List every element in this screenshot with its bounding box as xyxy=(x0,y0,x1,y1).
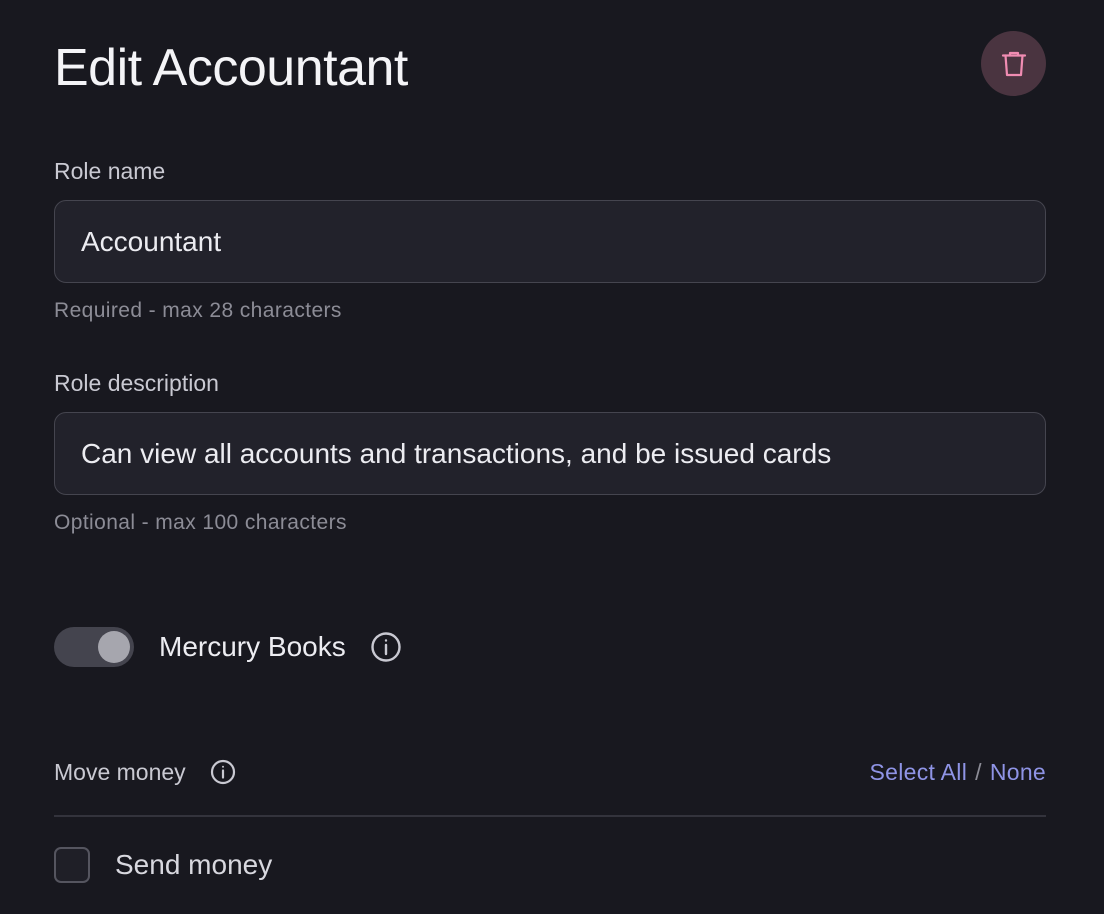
role-name-hint: Required - max 28 characters xyxy=(54,299,342,322)
page-title: Edit Accountant xyxy=(54,39,408,97)
move-money-header: Move money Select All / None xyxy=(54,756,1046,788)
role-name-label: Role name xyxy=(54,158,166,184)
select-none-link[interactable]: None xyxy=(990,759,1046,785)
permission-item-send-money[interactable]: Send money xyxy=(54,847,272,883)
select-separator: / xyxy=(975,758,982,785)
role-description-label: Role description xyxy=(54,370,219,396)
delete-role-button[interactable] xyxy=(981,31,1046,96)
mercury-books-label: Mercury Books xyxy=(159,631,346,662)
edit-role-panel: Edit Accountant Role name Accountant Req… xyxy=(0,0,1104,914)
move-money-title-group: Move money xyxy=(54,759,236,786)
send-money-label: Send money xyxy=(115,849,273,880)
info-icon[interactable] xyxy=(370,631,402,663)
role-name-input[interactable]: Accountant xyxy=(54,200,1046,283)
section-divider xyxy=(54,815,1046,817)
role-description-hint: Optional - max 100 characters xyxy=(54,511,347,534)
role-description-input[interactable]: Can view all accounts and transactions, … xyxy=(54,412,1046,495)
toggle-knob xyxy=(98,631,130,663)
trash-icon xyxy=(1001,51,1026,76)
move-money-title: Move money xyxy=(54,758,186,785)
mercury-books-row: Mercury Books xyxy=(54,627,402,667)
mercury-books-toggle[interactable] xyxy=(54,627,134,667)
send-money-checkbox[interactable] xyxy=(54,847,90,883)
select-all-none: Select All / None xyxy=(870,759,1047,786)
select-all-link[interactable]: Select All xyxy=(870,759,968,785)
info-icon[interactable] xyxy=(210,759,236,785)
